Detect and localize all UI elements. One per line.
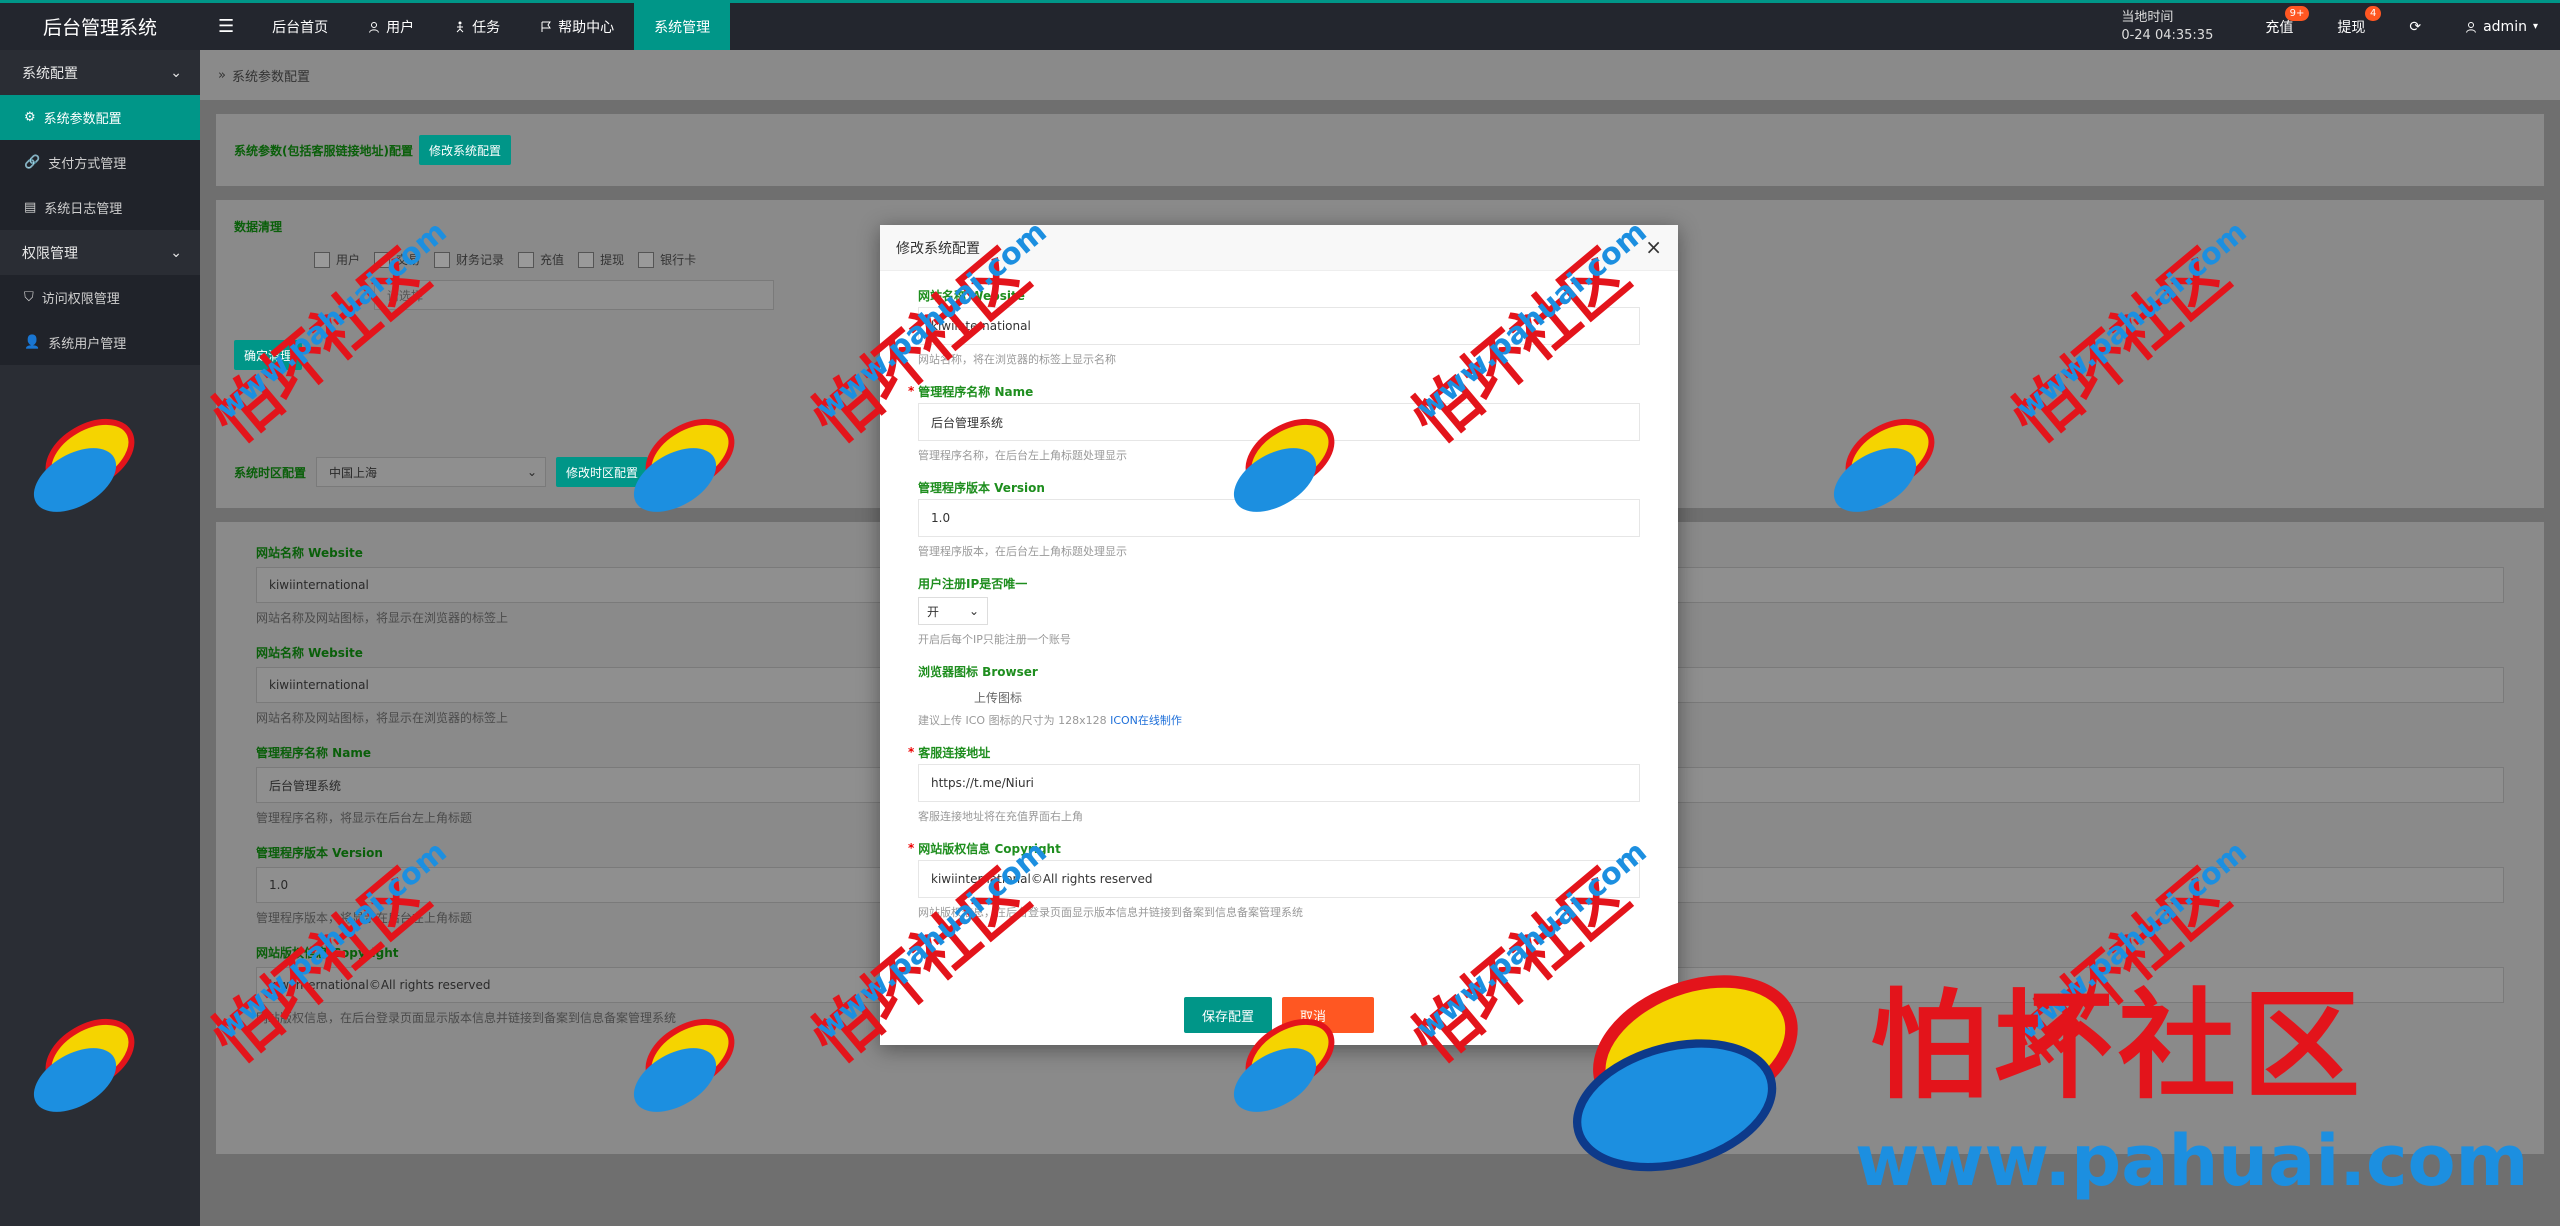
upload-icon-button[interactable]: 上传图标	[974, 689, 1640, 706]
refresh-icon[interactable]: ⟳	[2387, 3, 2443, 50]
clean-option[interactable]: 充值	[518, 251, 564, 268]
save-config-button[interactable]: 保存配置	[1183, 997, 1272, 1033]
sys-param-label: 系统参数(包括客服链接地址)配置	[234, 143, 413, 158]
top-bar: 后台管理系统 ☰ 后台首页 用户 任务 帮助中心 系统管理 当地时间 0-24 …	[0, 0, 2560, 50]
chevron-right-icon: »	[218, 67, 226, 83]
nav-tasks[interactable]: 任务	[434, 3, 520, 50]
chevron-down-icon: ⌄	[968, 604, 979, 618]
local-time: 当地时间 0-24 04:35:35	[2121, 9, 2214, 43]
confirm-clean-button[interactable]: 确定清理	[234, 340, 303, 370]
user-icon	[2466, 21, 2477, 33]
menu-toggle-icon[interactable]: ☰	[200, 3, 252, 50]
recharge-badge: 9+	[2284, 6, 2310, 21]
modal-website-input[interactable]: kiwiinternational	[918, 307, 1640, 345]
close-icon[interactable]: ×	[1645, 237, 1662, 257]
required-mark: *	[908, 384, 915, 398]
recharge-button[interactable]: 充值 9+	[2243, 3, 2315, 50]
sidebar-item-sys-params[interactable]: ⚙ 系统参数配置	[0, 95, 200, 140]
tz-select[interactable]: 中国上海 ⌄	[316, 457, 547, 487]
sidebar-item-logs[interactable]: ▤ 系统日志管理	[0, 185, 200, 230]
user-icon: 👤	[24, 335, 41, 350]
sidebar: 系统配置 ⌄ ⚙ 系统参数配置 🔗 支付方式管理 ▤ 系统日志管理 权限管理 ⌄…	[0, 50, 200, 1226]
flag-icon	[541, 21, 552, 32]
clean-option[interactable]: 交易	[374, 251, 420, 268]
sidebar-item-sysusers[interactable]: 👤 系统用户管理	[0, 320, 200, 365]
modal-footer: 保存配置 取消	[880, 997, 1678, 1033]
sys-param-card: 系统参数(包括客服链接地址)配置 修改系统配置	[216, 114, 2544, 186]
modal-header: 修改系统配置	[880, 225, 1678, 271]
service-url-input[interactable]: https://t.me/Niuri	[918, 764, 1640, 802]
gear-icon: ⚙	[24, 110, 36, 125]
modal-field-icon: 浏览器图标 Browser 上传图标 建议上传 ICO 图标的尺寸为 128x1…	[918, 661, 1640, 728]
modal-version-input[interactable]: 1.0	[918, 499, 1640, 537]
modal-body: 网站名称 Website kiwiinternational 网站名称，将在浏览…	[880, 271, 1678, 920]
nav-home[interactable]: 后台首页	[252, 3, 348, 50]
chevron-down-icon: ▾	[2532, 21, 2538, 32]
app-title: 后台管理系统	[42, 17, 157, 39]
user-icon	[369, 21, 380, 33]
required-mark: *	[908, 841, 915, 855]
document-icon: ▤	[24, 200, 37, 215]
clean-option[interactable]: 用户	[314, 251, 360, 268]
edit-config-button[interactable]: 修改系统配置	[418, 135, 511, 165]
sidebar-item-payment[interactable]: 🔗 支付方式管理	[0, 140, 200, 185]
required-mark: *	[908, 745, 915, 759]
modal-field-name: * 管理程序名称 Name 后台管理系统 管理程序名称，在后台左上角标题处理显示	[908, 381, 1640, 463]
config-modal: 修改系统配置 × 网站名称 Website kiwiinternational …	[880, 225, 1678, 1045]
link-icon: 🔗	[24, 155, 41, 170]
modal-field-version: 管理程序版本 Version 1.0 管理程序版本，在后台左上角标题处理显示	[918, 477, 1640, 559]
modal-field-ip: 用户注册IP是否唯一 开 ⌄ 开启后每个IP只能注册一个账号	[918, 576, 1071, 646]
shield-icon: ⛉	[24, 290, 34, 305]
clean-select[interactable]: 请选择	[374, 280, 774, 310]
sidebar-item-access[interactable]: ⛉ 访问权限管理	[0, 275, 200, 320]
clean-option[interactable]: 财务记录	[434, 251, 504, 268]
nav-system[interactable]: 系统管理	[634, 3, 731, 50]
breadcrumb: » 系统参数配置	[200, 50, 2560, 100]
withdraw-badge: 4	[2364, 6, 2382, 21]
icon-maker-link[interactable]: ICON在线制作	[1110, 714, 1182, 727]
sidebar-group-config[interactable]: 系统配置 ⌄	[0, 50, 200, 95]
modal-field-website: 网站名称 Website kiwiinternational 网站名称，将在浏览…	[918, 285, 1640, 367]
withdraw-button[interactable]: 提现 4	[2315, 3, 2387, 50]
sidebar-group-permissions[interactable]: 权限管理 ⌄	[0, 230, 200, 275]
clean-option[interactable]: 银行卡	[638, 251, 696, 268]
top-nav: ☰ 后台首页 用户 任务 帮助中心 系统管理	[200, 3, 731, 50]
modal-title: 修改系统配置	[896, 240, 980, 257]
modal-name-input[interactable]: 后台管理系统	[918, 403, 1640, 441]
nav-users[interactable]: 用户	[348, 3, 434, 50]
chevron-down-icon: ⌄	[526, 465, 538, 479]
task-icon	[456, 21, 464, 32]
chevron-down-icon: ⌄	[170, 244, 182, 261]
ip-unique-select[interactable]: 开 ⌄	[918, 597, 988, 625]
modal-copyright-input[interactable]: kiwiinternational©All rights reserved	[918, 860, 1640, 898]
clean-option[interactable]: 提现	[578, 251, 624, 268]
edit-timezone-button[interactable]: 修改时区配置	[556, 457, 649, 487]
top-right: 当地时间 0-24 04:35:35 充值 9+ 提现 4 ⟳ admin ▾	[2111, 3, 2560, 50]
nav-help[interactable]: 帮助中心	[520, 3, 634, 50]
modal-field-service: * 客服连接地址 https://t.me/Niuri 客服连接地址将在充值界面右…	[908, 742, 1640, 824]
chevron-down-icon: ⌄	[170, 64, 182, 81]
modal-field-copyright: * 网站版权信息 Copyright kiwiinternational©All …	[908, 838, 1640, 920]
user-menu[interactable]: admin ▾	[2443, 3, 2560, 50]
cancel-button[interactable]: 取消	[1282, 997, 1374, 1033]
tz-label: 系统时区配置	[234, 465, 307, 480]
